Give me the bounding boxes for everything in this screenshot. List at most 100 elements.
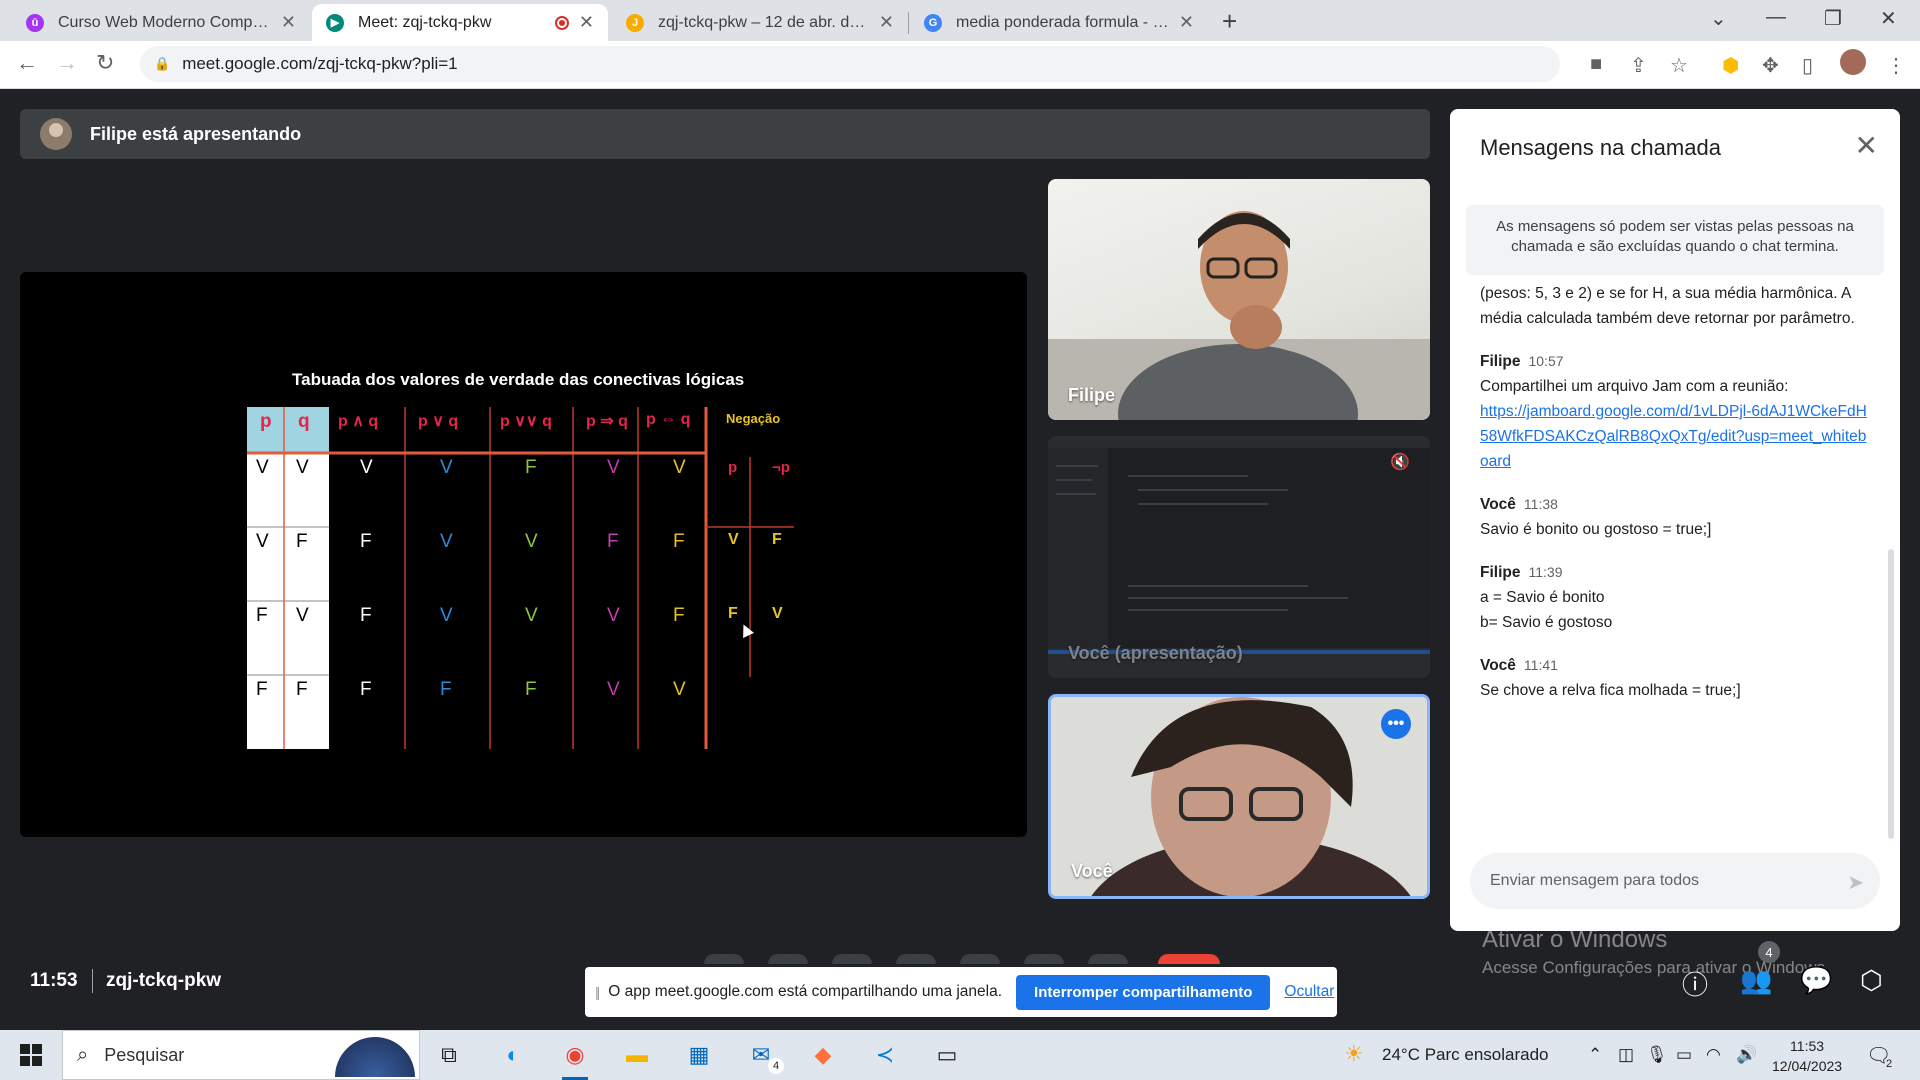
mic-button[interactable]: [704, 954, 744, 964]
people-icon[interactable]: 👥: [1740, 965, 1772, 996]
wifi-icon[interactable]: ◠: [1706, 1045, 1721, 1065]
hide-link[interactable]: Ocultar: [1284, 983, 1334, 1001]
jamboard-link[interactable]: https://jamboard.google.com/d/1vLDPjl-6d…: [1480, 403, 1867, 470]
profile-avatar[interactable]: [1840, 49, 1866, 75]
table-cell: V: [440, 457, 453, 478]
activities-icon[interactable]: ⬡: [1860, 965, 1883, 996]
participant-tile-self[interactable]: ••• Você: [1048, 694, 1430, 899]
battery-icon[interactable]: ▭: [1676, 1045, 1692, 1065]
browser-tab-3[interactable]: J zqj-tckq-pkw – 12 de abr. de 202 ✕: [612, 4, 908, 41]
send-icon[interactable]: ➤: [1847, 870, 1864, 895]
url-text[interactable]: meet.google.com/zqj-tckq-pkw?pli=1: [182, 54, 457, 74]
weather-icon[interactable]: ☀: [1344, 1041, 1364, 1067]
brave-icon[interactable]: ◆: [806, 1038, 840, 1072]
side-panel-icon[interactable]: ▯: [1802, 53, 1813, 78]
table-cell: V: [256, 531, 269, 552]
weather-text[interactable]: 24°C Parc ensolarado: [1382, 1045, 1549, 1065]
leave-call-button[interactable]: [1158, 954, 1220, 964]
table-header-cell: p ∧ q: [338, 413, 379, 430]
message-text: Compartilhei um arquivo Jam com a reuniã…: [1480, 378, 1789, 395]
lock-icon[interactable]: 🔒: [154, 56, 170, 72]
tab-close-icon[interactable]: ✕: [879, 12, 894, 33]
chat-message: Você 11:38 Savio é bonito ou gostoso = tr…: [1480, 492, 1870, 542]
screen-share-banner: || O app meet.google.com está compartilh…: [585, 967, 1337, 1017]
divider: [92, 969, 93, 993]
shared-screen[interactable]: Tabuada dos valores de verdade das conec…: [20, 272, 1027, 837]
video-feed-filipe: [1048, 211, 1430, 420]
table-cell: F: [607, 531, 619, 552]
extensions-puzzle-icon[interactable]: ✥: [1762, 53, 1779, 78]
captions-button[interactable]: [832, 954, 872, 964]
tab-title: Meet: zqj-tckq-pkw: [358, 13, 492, 31]
message-sender: Filipe: [1480, 353, 1521, 370]
table-header-cell: ¬p: [772, 459, 790, 476]
minimize-icon[interactable]: —: [1766, 6, 1786, 29]
message-time: 11:41: [1523, 657, 1558, 673]
close-window-icon[interactable]: ✕: [1880, 6, 1897, 31]
more-options-button[interactable]: [1088, 954, 1128, 964]
tray-microphone-icon[interactable]: 🎙: [1646, 1045, 1668, 1065]
table-cell: V: [440, 531, 453, 552]
tab-close-icon[interactable]: ✕: [579, 12, 594, 33]
present-button[interactable]: [960, 954, 1000, 964]
tray-datetime[interactable]: 11:53 12/04/2023: [1772, 1036, 1842, 1076]
back-arrow-icon[interactable]: ←: [16, 50, 38, 76]
forward-arrow-icon[interactable]: →: [56, 50, 78, 76]
share-page-icon[interactable]: ⇪: [1630, 53, 1647, 78]
windows-taskbar: ⌕ Pesquisar ⧉ ◐ ◉ ▬ ▦ ✉ 4 ◆ ≺ ▭ ☀ 24°C P…: [0, 1030, 1920, 1080]
chat-scrollbar[interactable]: [1888, 549, 1894, 839]
more-options-icon[interactable]: •••: [1381, 709, 1411, 739]
participant-tile-presentation[interactable]: 🔇 Você (apresentação): [1048, 436, 1430, 678]
tab-separator: [908, 12, 909, 34]
participant-name: Você: [1071, 861, 1113, 881]
tab-search-chevron-icon[interactable]: ⌄: [1710, 6, 1727, 31]
reactions-button[interactable]: [1024, 954, 1064, 964]
message-text: Se chove a relva fica molhada = true;]: [1480, 682, 1741, 699]
file-explorer-icon[interactable]: ▬: [620, 1038, 654, 1072]
vscode-icon[interactable]: ≺: [868, 1038, 902, 1072]
chrome-icon[interactable]: ◉: [558, 1038, 592, 1080]
browser-tab-2-active[interactable]: ▶ Meet: zqj-tckq-pkw ✕: [312, 4, 608, 41]
meet-stage: Filipe está apresentando Tabuada dos val…: [0, 89, 1920, 1030]
taskbar-search[interactable]: ⌕ Pesquisar: [62, 1030, 420, 1080]
notifications-badge: 2: [1886, 1058, 1893, 1070]
meeting-code: zqj-tckq-pkw: [106, 970, 222, 991]
windows-start-icon[interactable]: [20, 1044, 42, 1066]
edge-icon[interactable]: ◐: [496, 1038, 530, 1072]
tab-close-icon[interactable]: ✕: [1179, 12, 1194, 33]
mail-badge: 4: [768, 1058, 784, 1074]
new-tab-plus-icon[interactable]: +: [1222, 6, 1237, 37]
chat-message-input[interactable]: Enviar mensagem para todos ➤: [1470, 853, 1880, 909]
camera-button[interactable]: [768, 954, 808, 964]
close-icon[interactable]: ✕: [1855, 129, 1878, 162]
tab-close-icon[interactable]: ✕: [281, 12, 296, 33]
chat-input-placeholder: Enviar mensagem para todos: [1490, 872, 1699, 889]
bookmark-star-icon[interactable]: ☆: [1670, 53, 1688, 78]
stop-sharing-button[interactable]: Interromper compartilhamento: [1016, 974, 1271, 1010]
table-cell: V: [607, 605, 620, 626]
drag-handle-icon[interactable]: ||: [595, 984, 600, 1000]
browser-tab-4[interactable]: G media ponderada formula - Pesq ✕: [910, 4, 1208, 41]
browser-tab-1[interactable]: ū Curso Web Moderno Completo c ✕: [12, 4, 310, 41]
presenting-text: Filipe está apresentando: [90, 123, 302, 144]
participant-name: Filipe: [1068, 385, 1116, 405]
extension-shield-icon[interactable]: ⬢: [1722, 53, 1739, 78]
table-cell: V: [728, 531, 739, 548]
raise-hand-button[interactable]: [896, 954, 936, 964]
table-header-cell: Negação: [726, 411, 781, 426]
meeting-info-icon[interactable]: ⓘ: [1682, 965, 1708, 1002]
tray-camera-icon[interactable]: ◫: [1618, 1045, 1634, 1065]
menu-kebab-icon[interactable]: ⋮: [1886, 53, 1906, 78]
table-header-cell: p: [728, 459, 738, 476]
reload-icon[interactable]: ↻: [96, 50, 114, 76]
terminal-icon[interactable]: ▭: [930, 1038, 964, 1072]
chat-icon[interactable]: 💬: [1800, 965, 1832, 996]
address-bar[interactable]: 🔒 meet.google.com/zqj-tckq-pkw?pli=1: [140, 46, 1560, 82]
store-icon[interactable]: ▦: [682, 1038, 716, 1072]
participant-tile-filipe[interactable]: Filipe: [1048, 179, 1430, 420]
task-view-icon[interactable]: ⧉: [432, 1038, 466, 1072]
volume-icon[interactable]: 🔊: [1736, 1045, 1757, 1065]
restore-icon[interactable]: ❐: [1824, 6, 1842, 31]
camera-icon[interactable]: ■: [1590, 53, 1602, 76]
tray-chevron-up-icon[interactable]: ⌃: [1588, 1045, 1602, 1065]
